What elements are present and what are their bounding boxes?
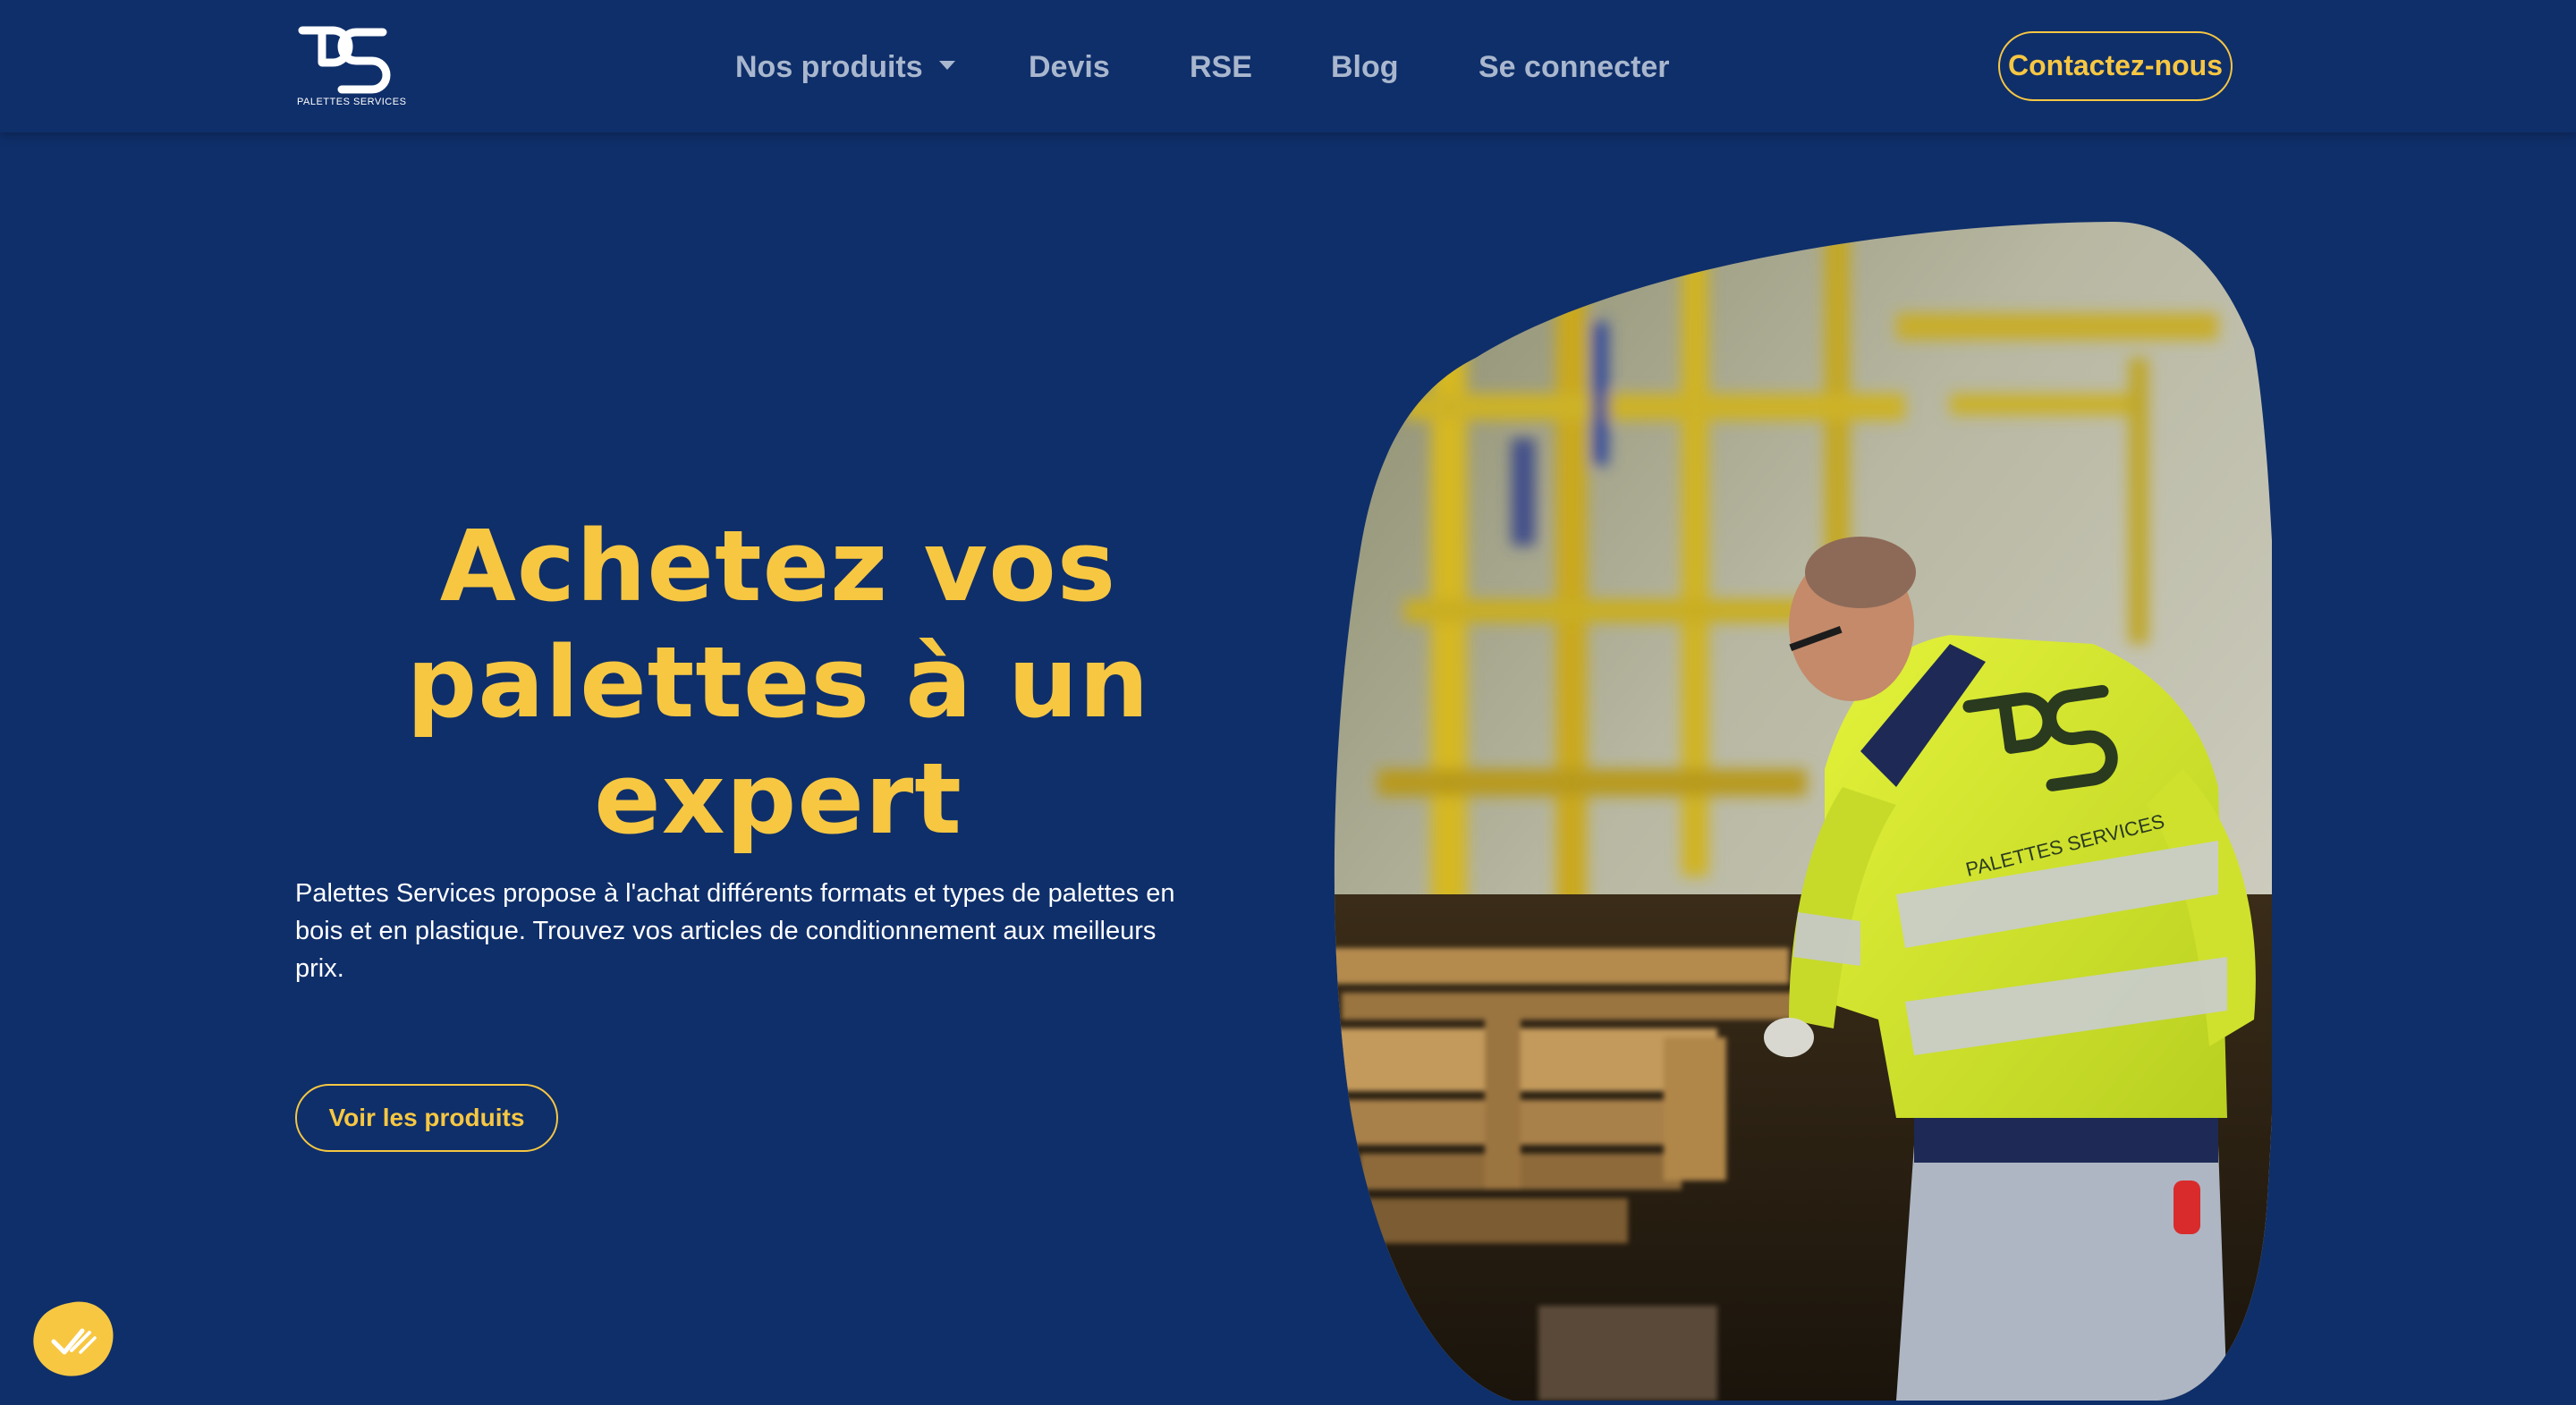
logo-caption: PALETTES SERVICES bbox=[297, 97, 407, 107]
hero-description-line: bois et en plastique. Trouvez vos articl… bbox=[295, 917, 1157, 945]
brand-logo[interactable]: PALETTES SERVICES bbox=[297, 23, 407, 113]
nav-item-blog[interactable]: Blog bbox=[1331, 43, 1399, 91]
cookie-consent-icon bbox=[33, 1301, 114, 1376]
hero-description-line: Palettes Services propose à l'achat diff… bbox=[295, 879, 1175, 908]
hero-title: Achetez vos palettes à un expert bbox=[295, 508, 1261, 857]
nav-item-rse[interactable]: RSE bbox=[1190, 43, 1252, 91]
view-products-button[interactable]: Voir les produits bbox=[295, 1084, 558, 1152]
ps-logo-icon bbox=[298, 26, 391, 94]
hero-title-line: palettes à un bbox=[406, 625, 1150, 740]
nav-item-devis[interactable]: Devis bbox=[1029, 43, 1110, 91]
caret-down-icon bbox=[938, 61, 955, 71]
nav-item-label: Nos produits bbox=[735, 50, 923, 84]
cookie-consent-button[interactable] bbox=[30, 1299, 116, 1379]
nav-item-se-connecter[interactable]: Se connecter bbox=[1479, 43, 1670, 91]
hero-title-line: Achetez vos bbox=[439, 509, 1117, 623]
top-navbar: PALETTES SERVICES Nos produits Devis RSE… bbox=[0, 0, 2576, 132]
hero-image: PALETTES SERVICES bbox=[1324, 215, 2272, 1401]
hero-description: Palettes Services propose à l'achat diff… bbox=[295, 875, 1297, 987]
contact-button[interactable]: Contactez-nous bbox=[1998, 31, 2233, 101]
hero-title-line: expert bbox=[594, 741, 962, 856]
nav-item-nos-produits[interactable]: Nos produits bbox=[735, 43, 955, 91]
hero-description-line: prix. bbox=[295, 954, 344, 983]
warehouse-worker-photo: PALETTES SERVICES bbox=[1334, 221, 2272, 1401]
